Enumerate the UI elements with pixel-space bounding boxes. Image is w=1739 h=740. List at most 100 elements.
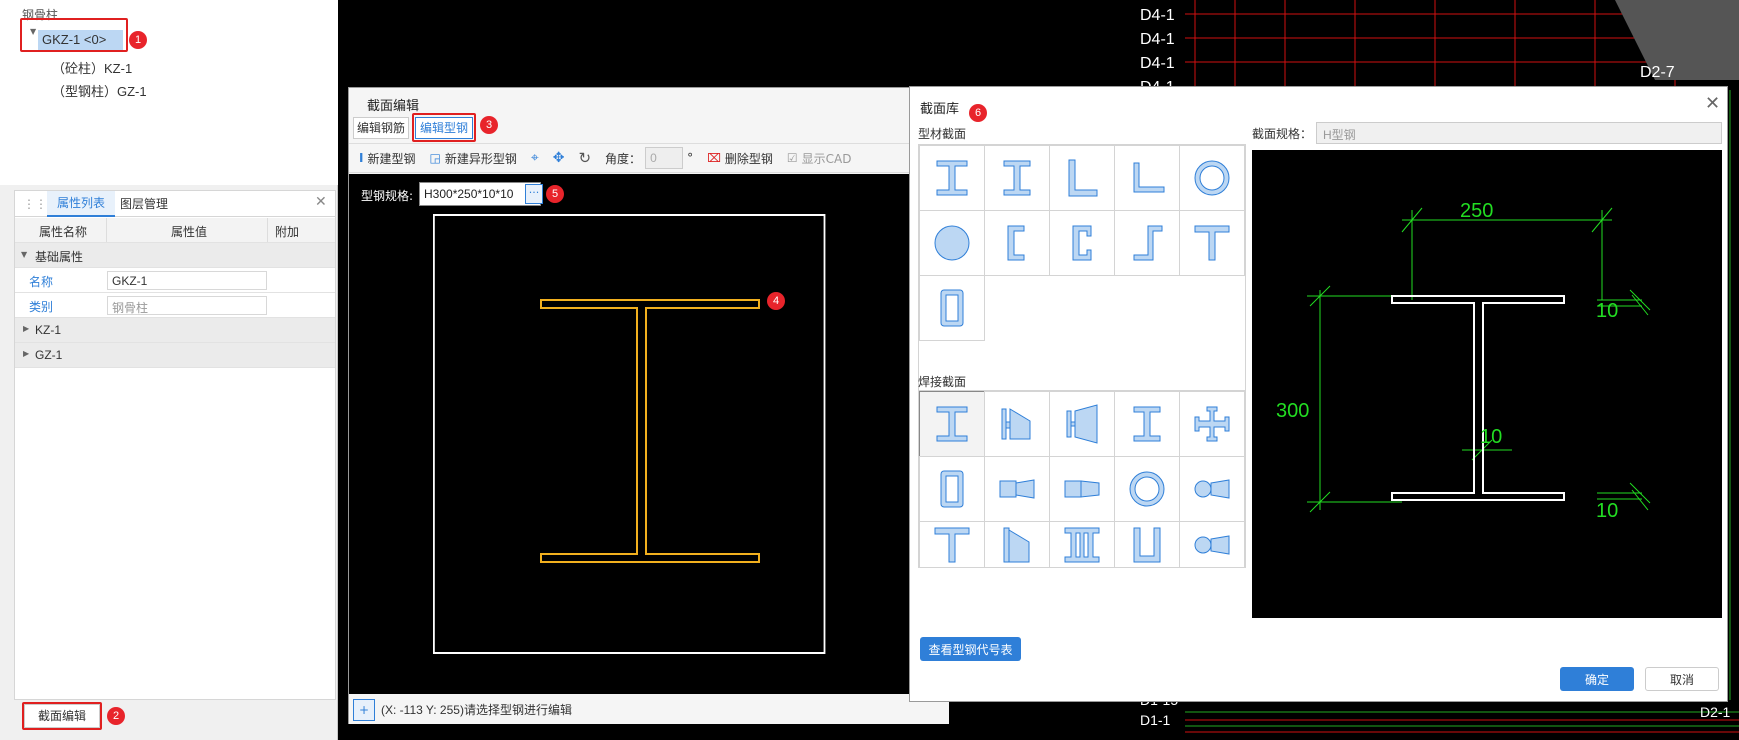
new-irregular-steel-button[interactable]: ◲ 新建异形型钢 (429, 150, 516, 167)
more-button[interactable]: ··· (525, 184, 543, 204)
i-section-icon[interactable] (984, 145, 1050, 211)
property-panel: ⋮⋮ 属性列表 图层管理 ✕ 属性名称 属性值 附加 ▼ 基础属性 名称 GKZ… (14, 190, 336, 700)
h-section-icon[interactable] (919, 145, 985, 211)
section-edit-button[interactable]: 截面编辑 (24, 704, 100, 728)
welded-i-icon[interactable] (1114, 391, 1180, 457)
profiles-grid (918, 144, 1246, 392)
angle-icon[interactable] (1049, 145, 1115, 211)
angle-label: 角度： (605, 151, 642, 166)
spec-field: H型钢 (1316, 122, 1722, 144)
rect-tube-icon[interactable] (919, 275, 985, 341)
box-taper-icon[interactable] (984, 456, 1050, 522)
show-cad-checkbox[interactable]: ☑ 显示CAD (787, 150, 852, 167)
tab-property-list[interactable]: 属性列表 (47, 191, 115, 217)
drawing-area[interactable]: 型钢规格: H300*250*10*10 ··· 5 4 (349, 174, 949, 694)
window-title: 截面库 (920, 102, 960, 117)
channel-icon[interactable] (984, 210, 1050, 276)
rotate-icon[interactable]: ↻ (578, 149, 591, 167)
expand-caret-icon[interactable]: ▶ (23, 324, 29, 333)
col-header: 附加 (275, 225, 300, 239)
z-section-icon[interactable] (1114, 210, 1180, 276)
drag-handle-icon[interactable]: ⋮⋮ (23, 197, 47, 211)
section-edit-window: 截面编辑 编辑钢筋 编辑型钢 3 I 新建型钢 ◲ 新建异形型钢 ⌖ ✥ ↻ 角度：… (348, 87, 949, 724)
tab-edit-steel[interactable]: 编辑型钢 (415, 117, 473, 139)
welded-grid (918, 390, 1246, 568)
dim-web: 10 (1480, 426, 1503, 448)
lipped-channel-icon[interactable] (1049, 210, 1115, 276)
coordinate-toggle-icon[interactable]: + (353, 698, 375, 721)
group-row[interactable]: ▼ 基础属性 (15, 243, 335, 268)
welded-h-icon[interactable] (919, 391, 985, 457)
dim-flange-top: 10 (1596, 300, 1619, 322)
checkbox-icon: ☑ (786, 151, 798, 165)
group-label: KZ-1 (35, 323, 62, 337)
view-steel-code-table-button[interactable]: 查看型钢代号表 (920, 637, 1021, 661)
col-header: 属性值 (171, 225, 208, 239)
dim-flange-bottom: 10 (1596, 500, 1619, 522)
expand-caret-icon[interactable]: ▶ (23, 349, 29, 358)
delete-steel-button[interactable]: ⌧ 删除型钢 (707, 150, 773, 167)
profiles-title: 型材截面 (918, 127, 967, 141)
close-icon[interactable]: ✕ (1705, 93, 1720, 114)
section-preview: 250 300 10 10 10 (1252, 150, 1722, 618)
annotation-badge: 6 (969, 104, 987, 122)
spec-input[interactable]: H300*250*10*10 (419, 182, 541, 206)
cad-label: D2-7 (1640, 64, 1675, 81)
left-panel: 钢骨柱 ▼ GKZ-1 <0> 1 （砼柱）KZ-1 （型钢柱）GZ-1 ⋮⋮ … (0, 0, 338, 740)
crosshair-icon[interactable]: ⌖ (531, 150, 539, 166)
tree-item-selected[interactable]: GKZ-1 <0> (38, 30, 123, 50)
welded-box-icon[interactable] (919, 456, 985, 522)
welded-pipe-icon[interactable] (1114, 456, 1180, 522)
dim-width: 250 (1460, 200, 1494, 222)
pipe-taper-2-icon[interactable] (1179, 521, 1245, 568)
cancel-button[interactable]: 取消 (1645, 667, 1719, 691)
cad-label: D4-1 (1140, 7, 1175, 24)
table-row: 名称 GKZ-1 (15, 268, 335, 293)
t-section-icon[interactable] (1179, 210, 1245, 276)
tab-layer-management[interactable]: 图层管理 (120, 191, 168, 217)
group-row[interactable]: ▶ KZ-1 (15, 318, 335, 343)
double-web-icon[interactable] (1049, 521, 1115, 568)
tab-edit-rebar[interactable]: 编辑钢筋 (353, 117, 409, 139)
annotation-badge: 4 (767, 292, 785, 310)
round-bar-icon[interactable] (919, 210, 985, 276)
tapered-t-icon[interactable] (984, 521, 1050, 568)
irregular-shape-icon: ◲ (429, 151, 441, 165)
cad-label: D1-1 (1140, 712, 1171, 728)
pipe-taper-icon[interactable] (1179, 456, 1245, 522)
steel-section-preview[interactable] (433, 214, 829, 654)
welded-t-icon[interactable] (919, 521, 985, 568)
close-icon[interactable]: ✕ (315, 194, 327, 210)
u-section-icon[interactable] (1114, 521, 1180, 568)
degree-unit: ° (687, 151, 694, 165)
annotation-badge: 1 (129, 31, 147, 49)
window-title: 截面编辑 (367, 99, 420, 114)
box-taper-2-icon[interactable] (1049, 456, 1115, 522)
group-label: GZ-1 (35, 348, 63, 362)
status-text: (X: -113 Y: 255)请选择型钢进行编辑 (381, 703, 572, 717)
cad-label: D2-1 (1700, 704, 1731, 720)
tree-item[interactable]: （砼柱）KZ-1 (52, 58, 132, 77)
spec-label: 截面规格： (1252, 127, 1313, 141)
angle-input[interactable]: 0 (645, 147, 684, 169)
prop-name: 名称 (29, 275, 54, 289)
table-row: 类别 钢骨柱 (15, 293, 335, 318)
collapse-caret-icon[interactable]: ▼ (21, 250, 27, 259)
unequal-angle-icon[interactable] (1114, 145, 1180, 211)
tapered-h-icon[interactable] (984, 391, 1050, 457)
move-icon[interactable]: ✥ (553, 150, 565, 166)
component-tree: 钢骨柱 ▼ GKZ-1 <0> 1 （砼柱）KZ-1 （型钢柱）GZ-1 (0, 0, 338, 185)
cross-section-icon[interactable] (1179, 391, 1245, 457)
group-label: 基础属性 (35, 250, 84, 264)
expand-caret-icon[interactable]: ▼ (30, 27, 36, 36)
name-field[interactable]: GKZ-1 (107, 271, 267, 290)
group-row[interactable]: ▶ GZ-1 (15, 343, 335, 368)
ok-button[interactable]: 确定 (1560, 667, 1634, 691)
section-library-window: 截面库 6 ✕ 型材截面 焊接截面 查看型钢代号表 截面规格： H型钢 250 … (909, 86, 1728, 702)
tree-item[interactable]: （型钢柱）GZ-1 (52, 81, 147, 100)
annotation-badge: 2 (107, 707, 125, 725)
cad-label: D4-1 (1140, 31, 1175, 48)
new-steel-button[interactable]: I 新建型钢 (359, 150, 415, 167)
pipe-icon[interactable] (1179, 145, 1245, 211)
tapered-h-2-icon[interactable] (1049, 391, 1115, 457)
